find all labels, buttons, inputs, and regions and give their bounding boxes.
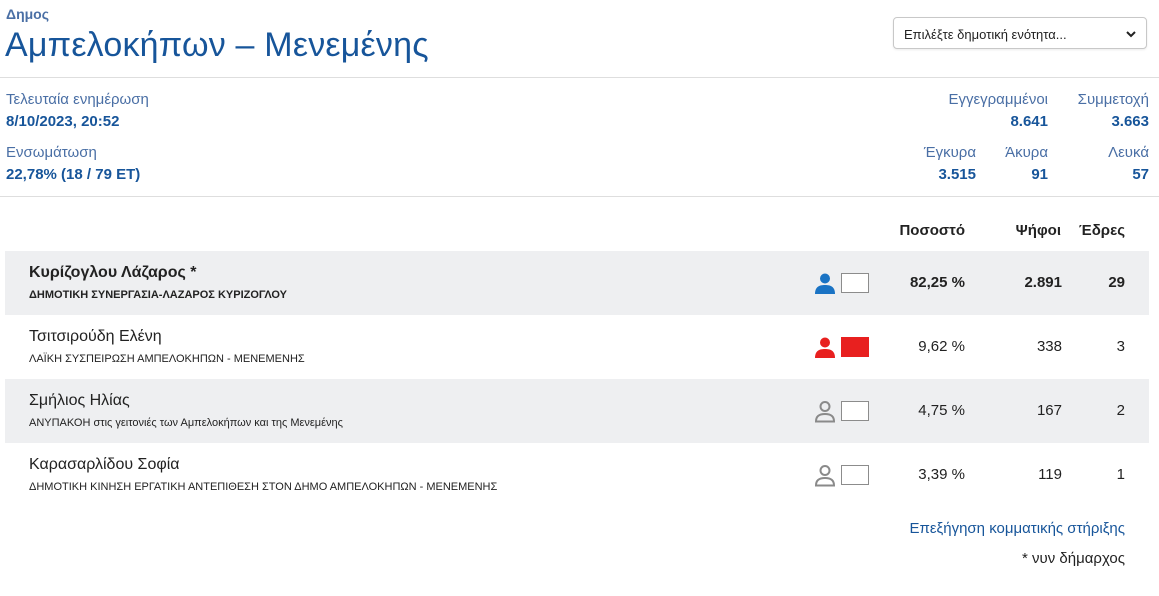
seats-value: 2 <box>1116 402 1125 419</box>
votes-value: 167 <box>1036 402 1062 419</box>
unit-select-value: Επιλέξτε δημοτική ενότητα... <box>904 27 1067 42</box>
party-name: ΔΗΜΟΤΙΚΗ ΚΙΝΗΣΗ ΕΡΓΑΤΙΚΗ ΑΝΤΕΠΙΘΕΣΗ ΣΤΟΝ… <box>29 481 498 493</box>
turnout-value: 3.663 <box>1111 113 1149 130</box>
party-support-link[interactable]: Επεξήγηση κομματικής στήριξης <box>909 520 1125 537</box>
votes-value: 2.891 <box>1024 274 1062 291</box>
progress-label: Ενσωμάτωση <box>6 144 97 161</box>
blank-value: 57 <box>1132 166 1149 183</box>
seats-value: 1 <box>1116 466 1125 483</box>
table-row[interactable]: Τσιτσιρούδη Ελένη ΛΑΪΚΗ ΣΥΣΠΕΙΡΩΣΗ ΑΜΠΕΛ… <box>5 315 1149 379</box>
invalid-value: 91 <box>1031 166 1048 183</box>
percent-value: 3,39 % <box>918 466 965 483</box>
incumbent-note: * νυν δήμαρχος <box>1022 550 1125 567</box>
candidate-name: Κυρίζογλου Λάζαρος * <box>29 264 197 281</box>
progress-value: 22,78% (18 / 79 ΕΤ) <box>6 166 141 183</box>
person-outline-icon <box>814 465 836 487</box>
divider <box>0 196 1159 197</box>
percent-value: 4,75 % <box>918 402 965 419</box>
party-name: ΑΝΥΠΑΚΟΗ στις γειτονιές των Αμπελοκήπων … <box>29 417 343 429</box>
candidate-name: Τσιτσιρούδη Ελένη <box>29 328 162 345</box>
turnout-label: Συμμετοχή <box>1077 91 1149 108</box>
column-header-votes: Ψήφοι <box>1015 222 1061 239</box>
person-filled-icon <box>815 273 835 294</box>
seats-value: 29 <box>1108 274 1125 291</box>
votes-value: 338 <box>1036 338 1062 355</box>
invalid-label: Άκυρα <box>1005 144 1048 161</box>
divider <box>0 77 1159 78</box>
votes-value: 119 <box>1038 466 1062 483</box>
seats-value: 3 <box>1116 338 1125 355</box>
last-update-label: Τελευταία ενημέρωση <box>6 91 149 108</box>
person-filled-icon <box>815 337 835 358</box>
valid-value: 3.515 <box>938 166 976 183</box>
person-outline-icon <box>814 401 836 423</box>
last-update-value: 8/10/2023, 20:52 <box>6 113 120 130</box>
unit-select[interactable]: Επιλέξτε δημοτική ενότητα... <box>893 17 1147 49</box>
registered-label: Εγγεγραμμένοι <box>948 91 1048 108</box>
page-title: Αμπελοκήπων – Μενεμένης <box>5 26 429 64</box>
table-row[interactable]: Καρασαρλίδου Σοφία ΔΗΜΟΤΙΚΗ ΚΙΝΗΣΗ ΕΡΓΑΤ… <box>5 443 1149 507</box>
percent-value: 9,62 % <box>918 338 965 355</box>
table-row[interactable]: Κυρίζογλου Λάζαρος * ΔΗΜΟΤΙΚΗ ΣΥΝΕΡΓΑΣΙΑ… <box>5 251 1149 315</box>
candidate-name: Καρασαρλίδου Σοφία <box>29 456 180 473</box>
registered-value: 8.641 <box>1010 113 1048 130</box>
percent-value: 82,25 % <box>909 274 965 291</box>
blank-label: Λευκά <box>1108 144 1149 161</box>
valid-label: Έγκυρα <box>923 144 976 161</box>
chevron-down-icon <box>1126 31 1136 38</box>
column-header-percent: Ποσοστό <box>899 222 965 239</box>
municipality-type: Δημος <box>6 6 50 22</box>
party-name: ΛΑΪΚΗ ΣΥΣΠΕΙΡΩΣΗ ΑΜΠΕΛΟΚΗΠΩΝ - ΜΕΝΕΜΕΝΗΣ <box>29 353 305 365</box>
party-name: ΔΗΜΟΤΙΚΗ ΣΥΝΕΡΓΑΣΙΑ-ΛΑΖΑΡΟΣ ΚΥΡΙΖΟΓΛΟΥ <box>29 289 287 301</box>
table-row[interactable]: Σμήλιος Ηλίας ΑΝΥΠΑΚΟΗ στις γειτονιές τω… <box>5 379 1149 443</box>
column-header-seats: Έδρες <box>1078 222 1125 239</box>
candidate-name: Σμήλιος Ηλίας <box>29 392 130 409</box>
